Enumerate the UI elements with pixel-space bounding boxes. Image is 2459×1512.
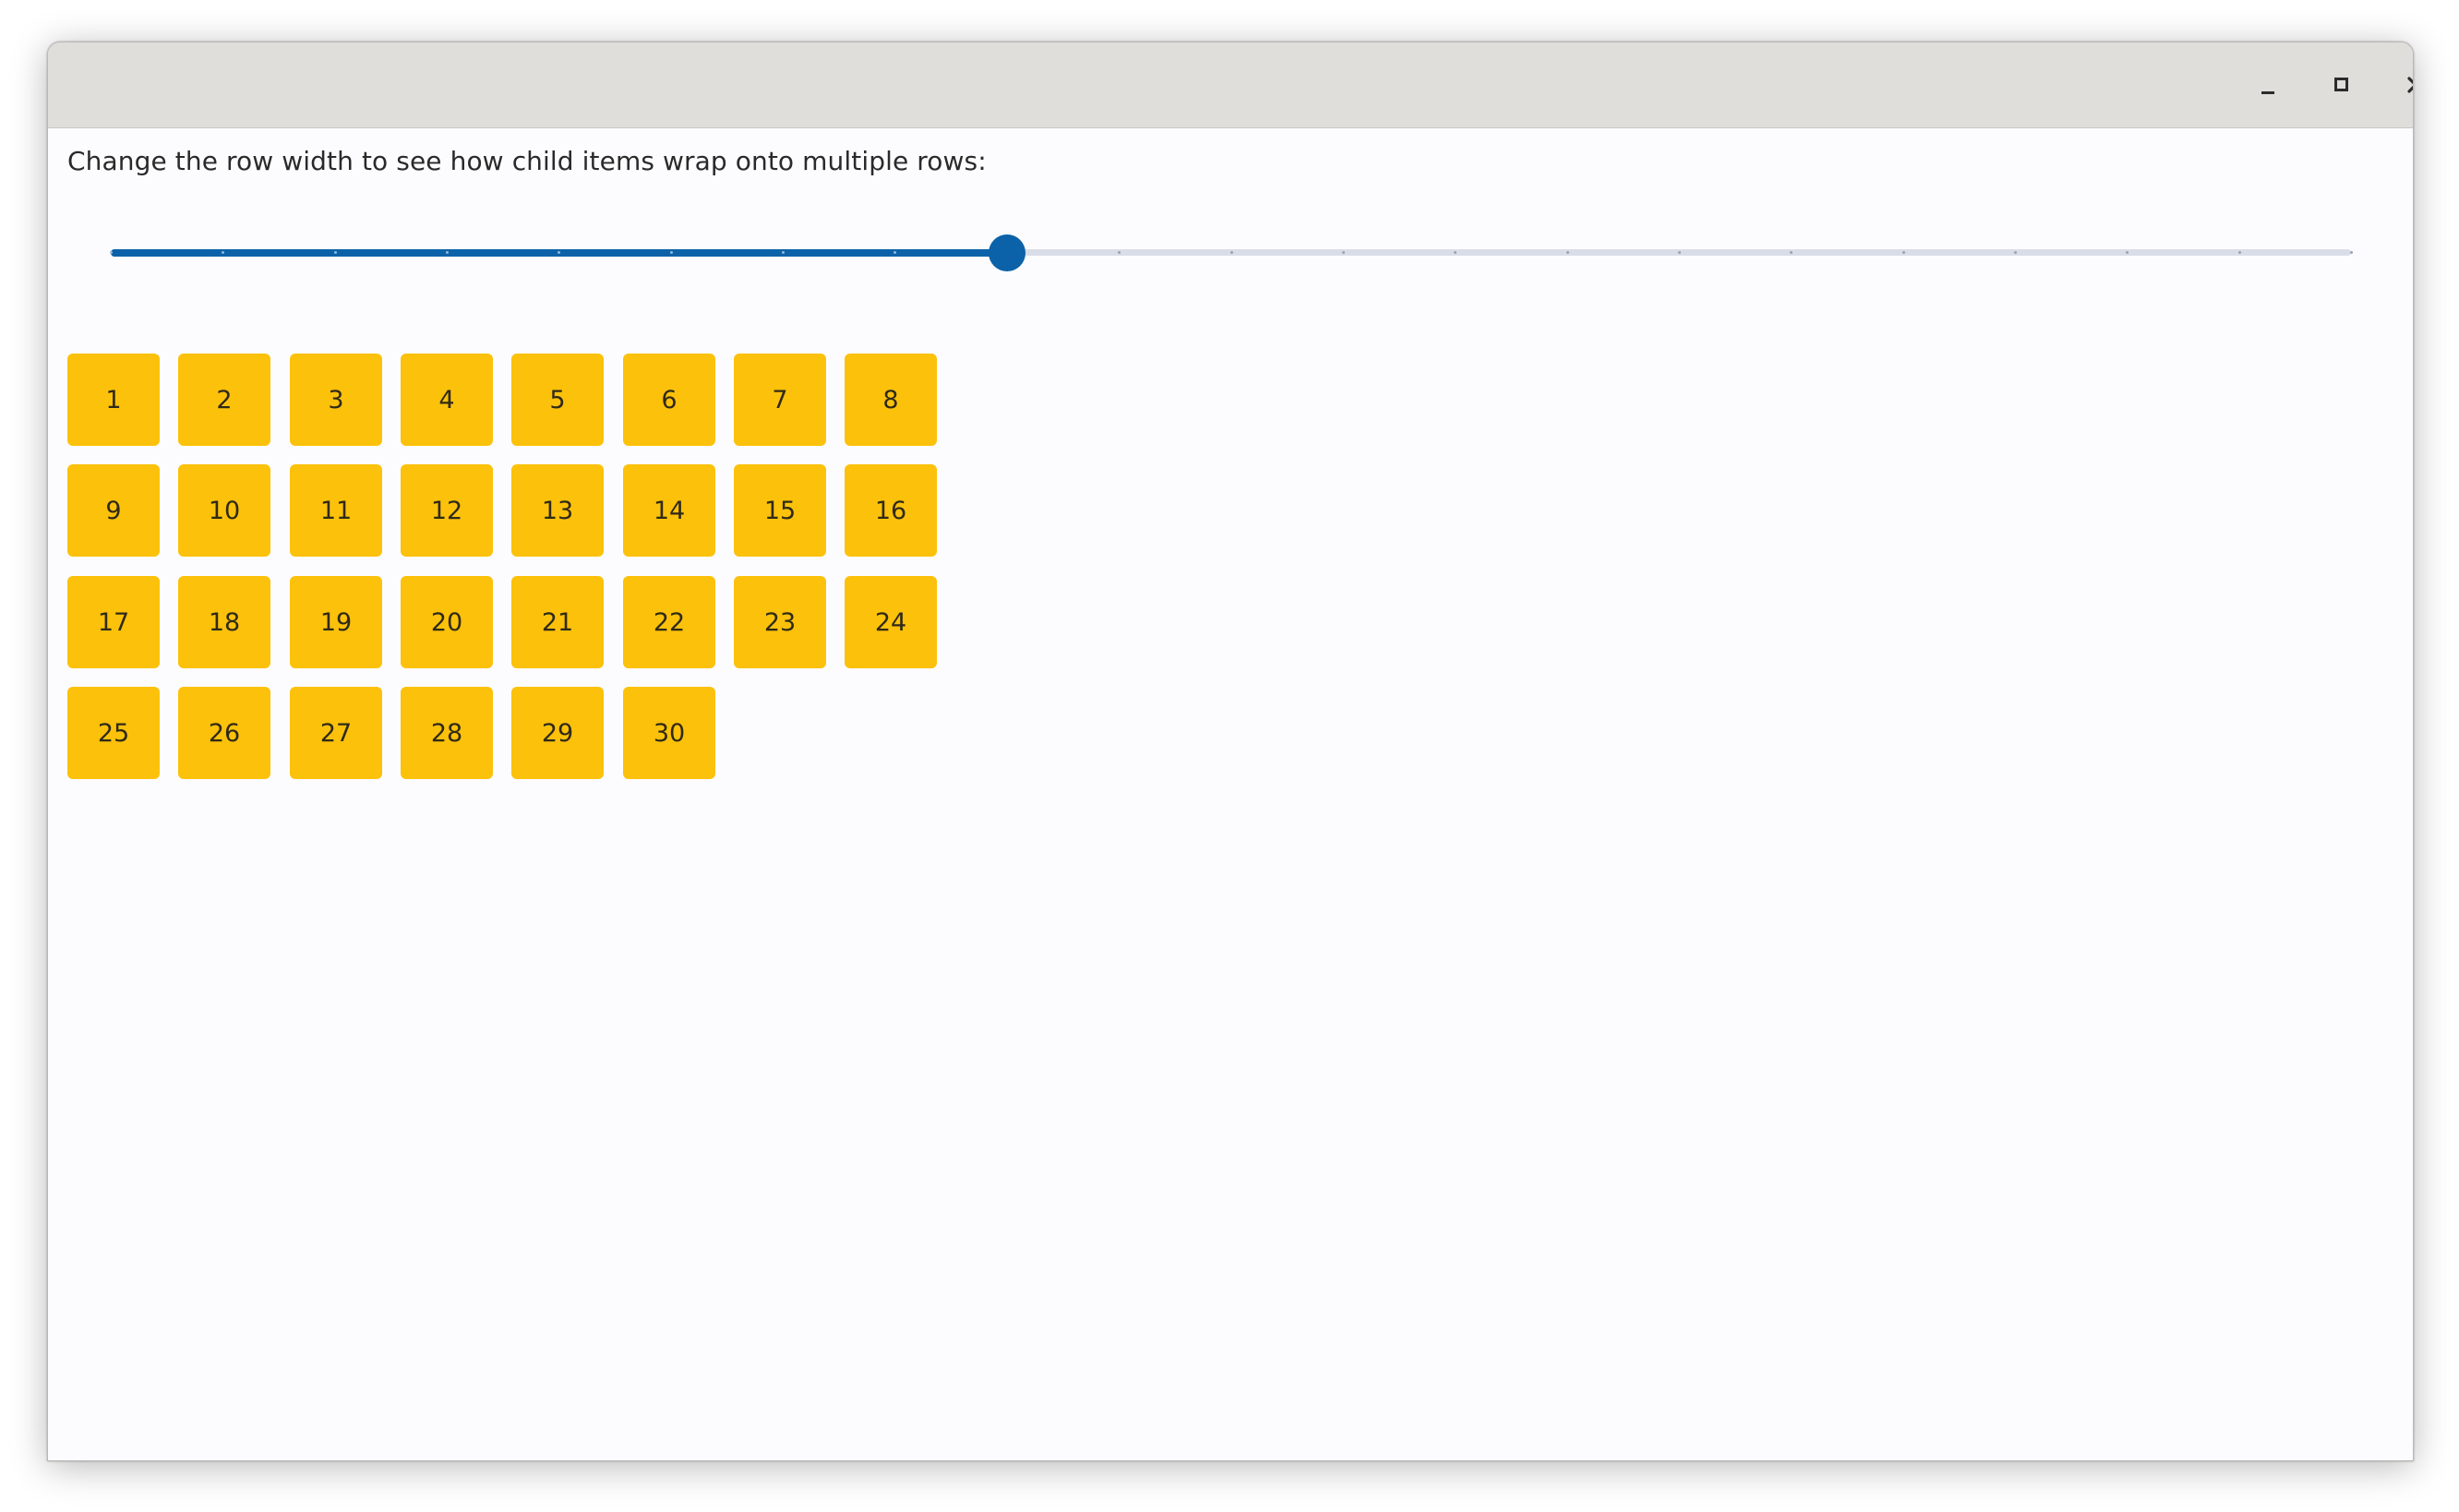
item-tile: 2	[178, 354, 270, 446]
slider-tick	[2126, 251, 2129, 254]
slider-tick	[782, 251, 785, 254]
item-tile: 12	[401, 464, 493, 557]
title-bar	[48, 42, 2413, 128]
item-tile: 15	[734, 464, 826, 557]
slider-tick	[2350, 251, 2353, 254]
item-tile: 7	[734, 354, 826, 446]
minimize-button[interactable]	[2246, 63, 2290, 107]
item-tile: 4	[401, 354, 493, 446]
item-tile: 8	[845, 354, 937, 446]
minimize-icon	[2261, 91, 2274, 94]
item-tile: 5	[511, 354, 604, 446]
item-tile: 25	[67, 687, 160, 779]
maximize-icon	[2334, 78, 2348, 91]
slider-tick	[2014, 251, 2017, 254]
item-tile: 14	[623, 464, 715, 557]
item-tile: 13	[511, 464, 604, 557]
slider-tick	[110, 251, 113, 254]
item-tile: 3	[290, 354, 382, 446]
item-tile: 20	[401, 576, 493, 668]
instruction-label: Change the row width to see how child it…	[67, 146, 987, 176]
close-icon	[2407, 77, 2413, 93]
slider-tick	[558, 251, 560, 254]
slider-tick	[894, 251, 896, 254]
slider-tick	[2238, 251, 2241, 254]
item-tile: 24	[845, 576, 937, 668]
slider-tick	[1342, 251, 1345, 254]
item-tile: 23	[734, 576, 826, 668]
slider-tick	[670, 251, 673, 254]
item-tile: 21	[511, 576, 604, 668]
slider-tick	[1118, 251, 1121, 254]
close-button[interactable]	[2393, 63, 2413, 107]
item-tile: 11	[290, 464, 382, 557]
slider-tick	[1902, 251, 1905, 254]
content-area: Change the row width to see how child it…	[48, 129, 2413, 1460]
item-tile: 30	[623, 687, 715, 779]
item-tile: 1	[67, 354, 160, 446]
slider-tick	[1790, 251, 1793, 254]
item-tile: 17	[67, 576, 160, 668]
maximize-button[interactable]	[2320, 63, 2364, 107]
slider-tick	[334, 251, 337, 254]
item-tile: 28	[401, 687, 493, 779]
item-tile: 22	[623, 576, 715, 668]
item-tile: 6	[623, 354, 715, 446]
item-tile: 16	[845, 464, 937, 557]
slider-thumb[interactable]	[989, 234, 1026, 271]
item-tile: 26	[178, 687, 270, 779]
slider-tick	[222, 251, 224, 254]
slider-tick	[446, 251, 449, 254]
app-window: Change the row width to see how child it…	[47, 42, 2414, 1461]
item-tile: 29	[511, 687, 604, 779]
slider-tick	[1230, 251, 1233, 254]
item-tile: 27	[290, 687, 382, 779]
slider-tick	[1678, 251, 1681, 254]
slider-tick	[1454, 251, 1457, 254]
item-tile: 9	[67, 464, 160, 557]
item-tile: 19	[290, 576, 382, 668]
slider-tick	[1566, 251, 1569, 254]
row-width-slider[interactable]	[110, 231, 2353, 273]
item-tile: 18	[178, 576, 270, 668]
item-tile: 10	[178, 464, 270, 557]
